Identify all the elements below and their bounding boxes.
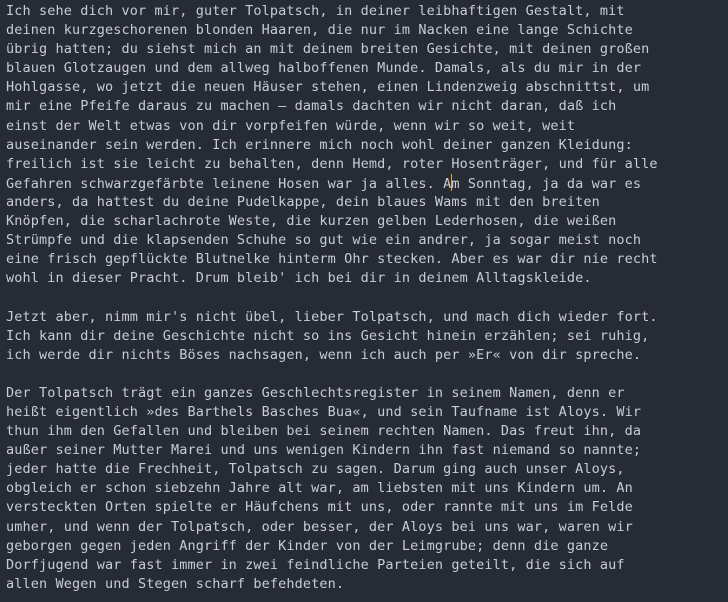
text-line-with-cursor: Gefahren schwarzgefärbte leinene Hosen w… [6, 173, 642, 192]
text-line: einst der Welt etwas von dir vorpfeifen … [6, 117, 576, 134]
text-line: blauen Glotzaugen und dem allweg halboff… [6, 60, 642, 77]
text-line: Jetzt aber, nimm mir's nicht übel, liebe… [6, 308, 658, 325]
text-line: geborgen gegen jeden Angriff der Kinder … [6, 537, 609, 554]
text-line: Der Tolpatsch trägt ein ganzes Geschlech… [6, 384, 625, 401]
text-line: obgleich er schon siebzehn Jahre alt war… [6, 480, 633, 497]
text-line: Dorfjugend war fast immer in zwei feindl… [6, 556, 625, 573]
text-line: ich werde dir nichts Böses nachsagen, we… [6, 346, 642, 363]
paragraph-1: Ich sehe dich vor mir, guter Tolpatsch, … [6, 2, 722, 288]
text-line: übrig hatten; du siehst mich an mit dein… [6, 41, 650, 58]
text-line: außer seiner Mutter Marei und uns wenige… [6, 442, 642, 459]
text-line: wohl in dieser Pracht. Drum bleib' ich b… [6, 270, 592, 287]
text-editor[interactable]: Ich sehe dich vor mir, guter Tolpatsch, … [0, 0, 728, 602]
text-line: allen Wegen und Stegen scharf befehdeten… [6, 575, 345, 592]
text-line: heißt eigentlich »des Barthels Basches B… [6, 403, 642, 420]
text-line: Ich sehe dich vor mir, guter Tolpatsch, … [6, 3, 625, 19]
text-line: Hohlgasse, wo jetzt die neuen Häuser ste… [6, 79, 650, 96]
text-line: Knöpfen, die scharlachrote Weste, die ku… [6, 213, 617, 230]
text-line: freilich ist sie leicht zu behalten, den… [6, 155, 658, 172]
text-line: auseinander sein werden. Ich erinnere mi… [6, 136, 633, 153]
text-line: jeder hatte die Frechheit, Tolpatsch zu … [6, 461, 625, 478]
text-line: Ich kann dir deine Geschichte nicht so i… [6, 327, 650, 344]
text-line: mir eine Pfeife daraus zu machen – damal… [6, 98, 617, 115]
text-line: thun ihm den Gefallen und bleiben bei se… [6, 423, 642, 440]
text-line: versteckten Orten spielte er Häufchens m… [6, 499, 633, 516]
paragraph-2: Jetzt aber, nimm mir's nicht übel, liebe… [6, 308, 722, 365]
text-line: eine frisch gepflückte Blutnelke hinterm… [6, 251, 658, 268]
text-line: anders, da hattest du deine Pudelkappe, … [6, 193, 600, 210]
text-line: deinen kurzgeschorenen blonden Haaren, d… [6, 22, 633, 39]
text-line: Strümpfe und die klapsenden Schuhe so gu… [6, 232, 642, 249]
paragraph-3: Der Tolpatsch trägt ein ganzes Geschlech… [6, 384, 722, 594]
text-cursor [450, 173, 453, 191]
text-line: umher, und wenn der Tolpatsch, oder bess… [6, 518, 633, 535]
